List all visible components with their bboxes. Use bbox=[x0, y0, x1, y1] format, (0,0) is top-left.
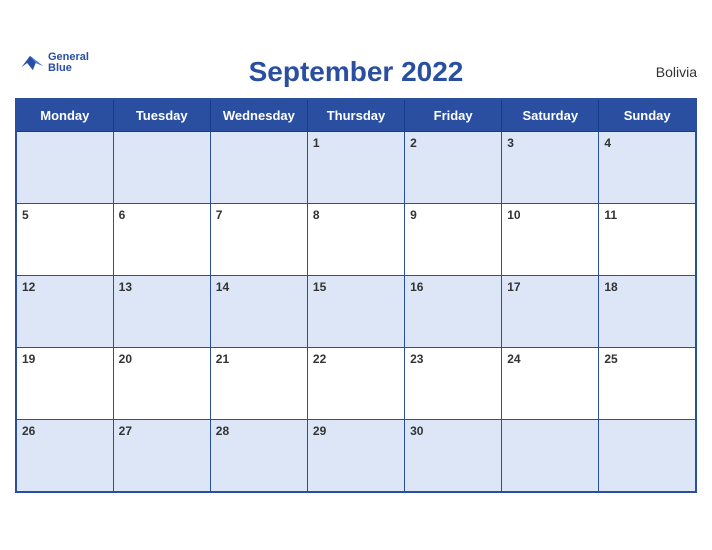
day-number: 9 bbox=[410, 208, 417, 222]
calendar-day-cell: 1 bbox=[307, 132, 404, 204]
day-number: 16 bbox=[410, 280, 423, 294]
calendar-day-cell bbox=[502, 420, 599, 492]
calendar-day-cell: 18 bbox=[599, 276, 696, 348]
calendar-day-cell: 13 bbox=[113, 276, 210, 348]
day-number: 7 bbox=[216, 208, 223, 222]
calendar-day-cell: 14 bbox=[210, 276, 307, 348]
weekday-header-friday: Friday bbox=[405, 99, 502, 132]
calendar-day-cell: 4 bbox=[599, 132, 696, 204]
day-number: 13 bbox=[119, 280, 132, 294]
calendar-day-cell: 21 bbox=[210, 348, 307, 420]
day-number: 27 bbox=[119, 424, 132, 438]
calendar-day-cell: 26 bbox=[16, 420, 113, 492]
calendar-day-cell: 10 bbox=[502, 204, 599, 276]
day-number: 1 bbox=[313, 136, 320, 150]
day-number: 20 bbox=[119, 352, 132, 366]
calendar-day-cell bbox=[113, 132, 210, 204]
calendar-day-cell: 30 bbox=[405, 420, 502, 492]
calendar-day-cell: 20 bbox=[113, 348, 210, 420]
day-number: 24 bbox=[507, 352, 520, 366]
calendar-day-cell: 22 bbox=[307, 348, 404, 420]
calendar-day-cell: 16 bbox=[405, 276, 502, 348]
logo-area: General Blue bbox=[15, 52, 89, 74]
logo-bird-icon bbox=[15, 53, 45, 73]
calendar-day-cell: 25 bbox=[599, 348, 696, 420]
day-number: 25 bbox=[604, 352, 617, 366]
calendar-day-cell: 28 bbox=[210, 420, 307, 492]
calendar-day-cell: 17 bbox=[502, 276, 599, 348]
logo-blue-text: Blue bbox=[48, 63, 89, 74]
calendar-day-cell: 9 bbox=[405, 204, 502, 276]
day-number: 15 bbox=[313, 280, 326, 294]
day-number: 14 bbox=[216, 280, 229, 294]
calendar-day-cell bbox=[16, 132, 113, 204]
day-number: 5 bbox=[22, 208, 29, 222]
day-number: 11 bbox=[604, 208, 617, 222]
calendar-day-cell: 7 bbox=[210, 204, 307, 276]
calendar-day-cell: 2 bbox=[405, 132, 502, 204]
calendar-day-cell: 27 bbox=[113, 420, 210, 492]
day-number: 22 bbox=[313, 352, 326, 366]
calendar-week-row: 26 27 28 29 30 bbox=[16, 420, 696, 492]
calendar-week-row: 12 13 14 15 16 17 18 bbox=[16, 276, 696, 348]
weekday-header-tuesday: Tuesday bbox=[113, 99, 210, 132]
weekday-header-row: MondayTuesdayWednesdayThursdayFridaySatu… bbox=[16, 99, 696, 132]
day-number: 23 bbox=[410, 352, 423, 366]
calendar-week-row: 19 20 21 22 23 24 25 bbox=[16, 348, 696, 420]
day-number: 28 bbox=[216, 424, 229, 438]
weekday-header-monday: Monday bbox=[16, 99, 113, 132]
calendar-day-cell: 8 bbox=[307, 204, 404, 276]
day-number: 12 bbox=[22, 280, 35, 294]
day-number: 21 bbox=[216, 352, 229, 366]
calendar-day-cell: 19 bbox=[16, 348, 113, 420]
day-number: 8 bbox=[313, 208, 320, 222]
calendar-day-cell: 5 bbox=[16, 204, 113, 276]
calendar-week-row: 5 6 7 8 9 10 11 bbox=[16, 204, 696, 276]
day-number: 17 bbox=[507, 280, 520, 294]
calendar-week-row: 1 2 3 4 bbox=[16, 132, 696, 204]
day-number: 4 bbox=[604, 136, 611, 150]
calendar-day-cell: 3 bbox=[502, 132, 599, 204]
weekday-header-saturday: Saturday bbox=[502, 99, 599, 132]
calendar-day-cell bbox=[210, 132, 307, 204]
calendar-table: MondayTuesdayWednesdayThursdayFridaySatu… bbox=[15, 98, 697, 493]
day-number: 10 bbox=[507, 208, 520, 222]
day-number: 2 bbox=[410, 136, 417, 150]
calendar-header: General Blue September 2022 Bolivia bbox=[15, 52, 697, 92]
country-label: Bolivia bbox=[656, 64, 697, 80]
calendar-day-cell: 15 bbox=[307, 276, 404, 348]
day-number: 18 bbox=[604, 280, 617, 294]
calendar-day-cell: 6 bbox=[113, 204, 210, 276]
day-number: 19 bbox=[22, 352, 35, 366]
day-number: 30 bbox=[410, 424, 423, 438]
weekday-header-thursday: Thursday bbox=[307, 99, 404, 132]
calendar-day-cell: 12 bbox=[16, 276, 113, 348]
calendar-day-cell bbox=[599, 420, 696, 492]
day-number: 6 bbox=[119, 208, 126, 222]
calendar-day-cell: 11 bbox=[599, 204, 696, 276]
day-number: 3 bbox=[507, 136, 514, 150]
calendar-title: September 2022 bbox=[249, 56, 464, 88]
calendar-wrapper: General Blue September 2022 Bolivia Mond… bbox=[0, 42, 712, 508]
calendar-day-cell: 24 bbox=[502, 348, 599, 420]
calendar-day-cell: 29 bbox=[307, 420, 404, 492]
day-number: 29 bbox=[313, 424, 326, 438]
weekday-header-wednesday: Wednesday bbox=[210, 99, 307, 132]
calendar-day-cell: 23 bbox=[405, 348, 502, 420]
day-number: 26 bbox=[22, 424, 35, 438]
weekday-header-sunday: Sunday bbox=[599, 99, 696, 132]
